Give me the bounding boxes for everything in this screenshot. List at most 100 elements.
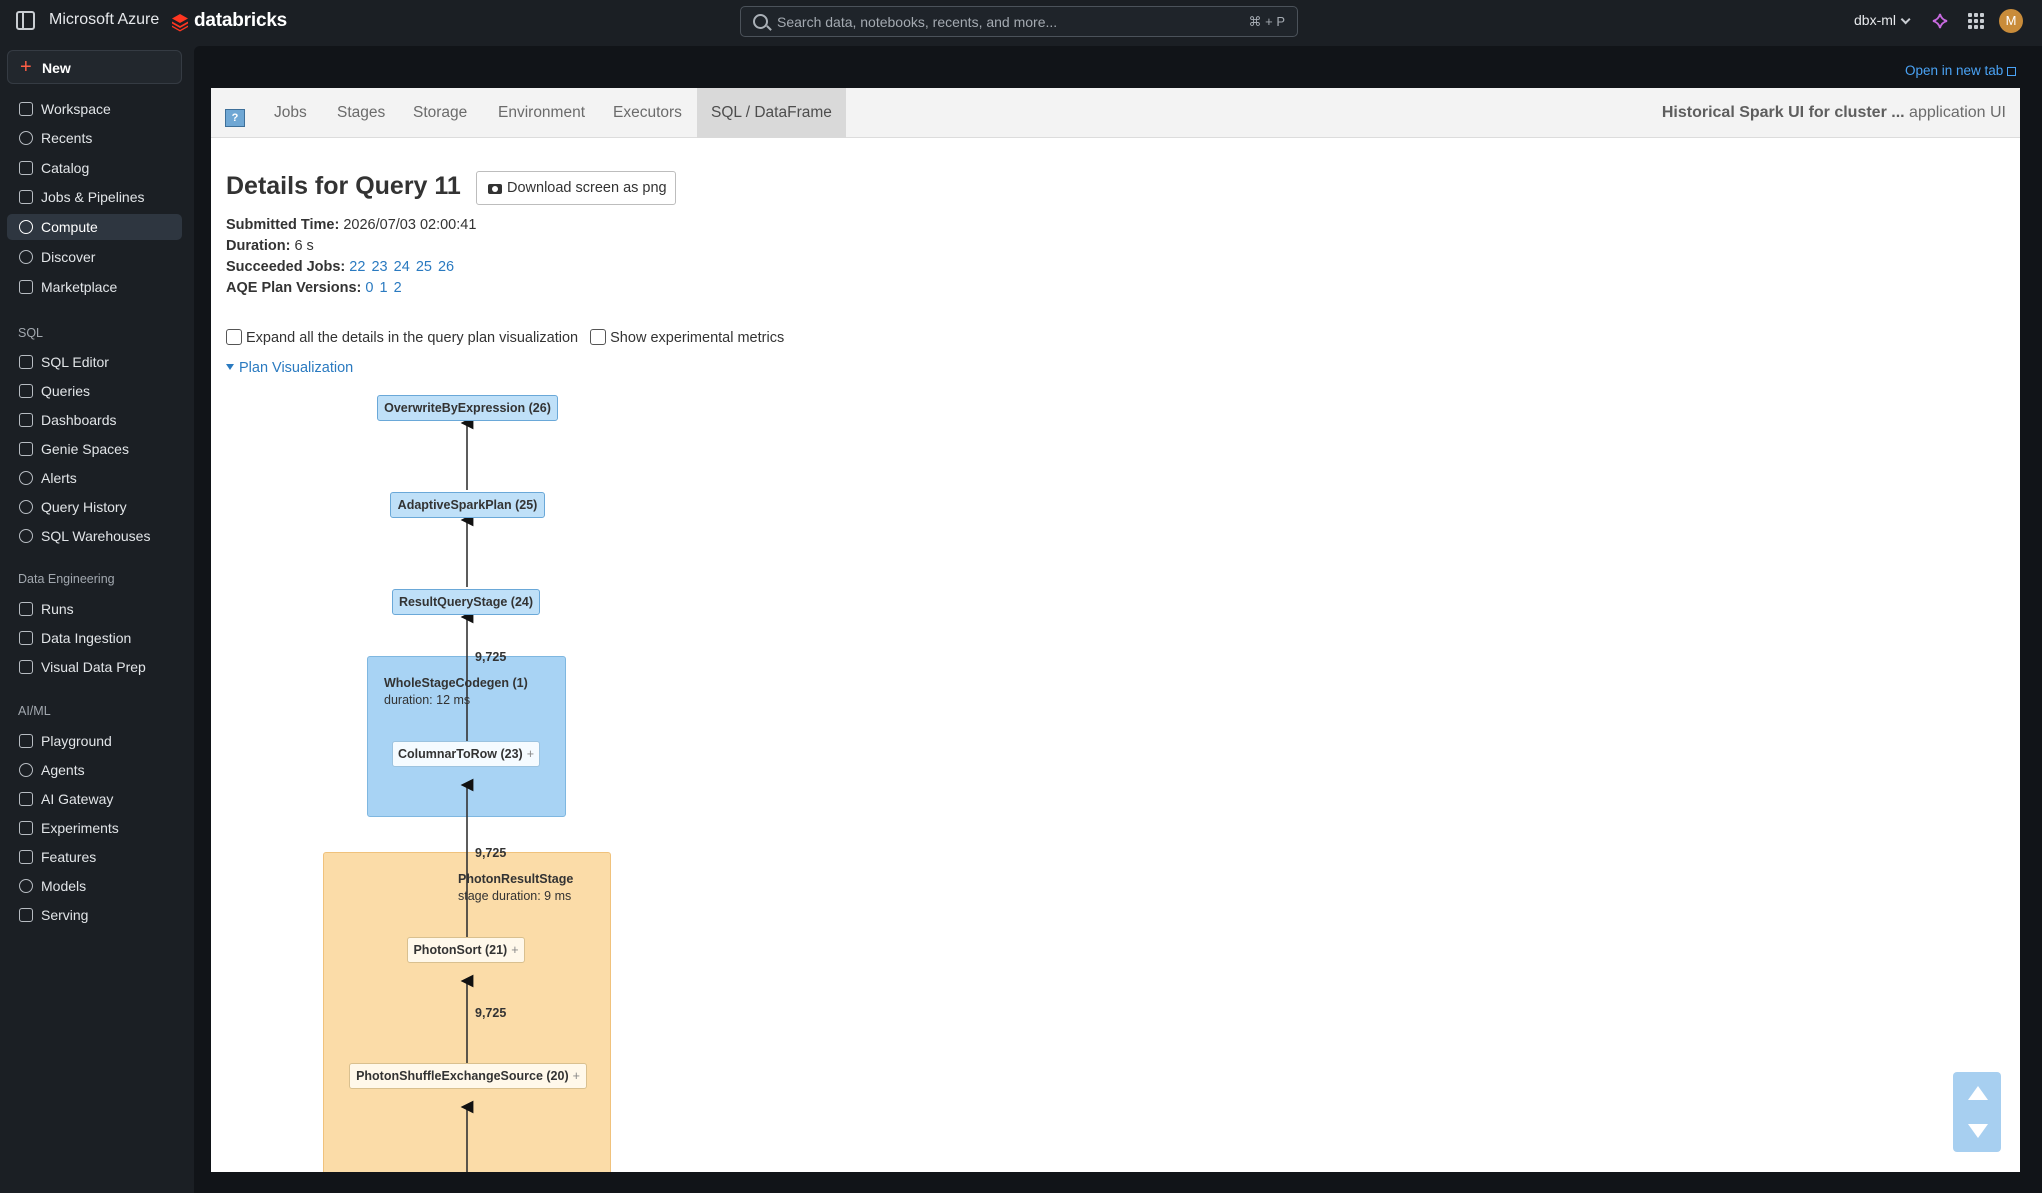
sidebar-item-compute[interactable]: Compute	[7, 214, 182, 240]
open-in-new-tab-link[interactable]: Open in new tab	[1905, 63, 2017, 78]
search-input[interactable]: Search data, notebooks, recents, and mor…	[740, 6, 1298, 37]
sidebar-item-agents[interactable]: Agents	[7, 757, 182, 783]
sidebar-item-features[interactable]: Features	[7, 844, 182, 870]
sidebar-item-label: Playground	[41, 733, 112, 749]
plan-node-label: PhotonShuffleExchangeSource (20)	[356, 1069, 569, 1083]
edge-row-count: 9,725	[475, 650, 507, 664]
plan-node-label: ColumnarToRow (23)	[397, 747, 523, 761]
workspace-switcher[interactable]: dbx-ml	[1854, 12, 1911, 28]
sidebar-item-query-history[interactable]: Query History	[7, 494, 182, 520]
sidebar-item-serving[interactable]: Serving	[7, 902, 182, 928]
scroll-up-icon[interactable]	[1968, 1086, 1988, 1100]
brand-label: Microsoft Azure	[49, 11, 160, 28]
sidebar-section-ai-ml: AI/ML	[18, 704, 51, 718]
sidebar-item-catalog[interactable]: Catalog	[7, 155, 182, 181]
sidebar-item-label: AI Gateway	[41, 791, 114, 807]
avatar[interactable]: M	[1999, 9, 2023, 33]
sidebar-item-label: Models	[41, 878, 87, 894]
sidebar-item-label: Catalog	[41, 160, 90, 176]
sidebar-item-runs[interactable]: Runs	[7, 596, 182, 622]
sidebar-item-label: Features	[41, 849, 97, 865]
sidebar-item-ai-gateway[interactable]: AI Gateway	[7, 786, 182, 812]
sidebar-item-dashboards[interactable]: Dashboards	[7, 407, 182, 433]
sidebar-item-alerts[interactable]: Alerts	[7, 465, 182, 491]
genie-icon	[19, 442, 33, 456]
scroll-down-icon[interactable]	[1968, 1124, 1988, 1138]
store-icon	[19, 280, 33, 294]
plan-node-columnar-to-row[interactable]: ColumnarToRow (23) +	[392, 741, 540, 767]
workspace-icon	[19, 102, 33, 116]
sidebar-item-label: Jobs & Pipelines	[41, 189, 145, 205]
agent-icon	[19, 763, 33, 777]
data-prep-icon	[19, 660, 33, 674]
plus-icon: +	[20, 56, 32, 78]
sidebar-item-jobs-pipelines[interactable]: Jobs & Pipelines	[7, 184, 182, 210]
features-icon	[19, 850, 33, 864]
new-button-label: New	[42, 60, 71, 76]
edge-row-count: 9,725	[475, 1006, 507, 1020]
top-bar: Microsoft Azure databricks Search data, …	[0, 0, 2042, 44]
sidebar-item-label: Queries	[41, 383, 91, 399]
external-link-icon	[2007, 67, 2017, 76]
sidebar-item-label: Marketplace	[41, 279, 118, 295]
workspace-name: dbx-ml	[1854, 12, 1897, 28]
sidebar-item-label: Workspace	[41, 101, 111, 117]
expand-icon[interactable]: +	[511, 943, 518, 957]
search-icon	[753, 14, 768, 29]
sidebar-item-label: SQL Warehouses	[41, 528, 151, 544]
sidebar: + New Workspace Recents Catalog Jobs & P…	[0, 44, 192, 1193]
plan-node-result-query-stage[interactable]: ResultQueryStage (24)	[392, 589, 540, 615]
expand-icon[interactable]: +	[527, 747, 534, 761]
plan-node-photon-shuffle-exchange-source[interactable]: PhotonShuffleExchangeSource (20) +	[349, 1063, 587, 1089]
sidebar-item-playground[interactable]: Playground	[7, 728, 182, 754]
chevron-down-icon	[1900, 14, 1911, 25]
spark-ui-frame: ? Jobs Stages Storage Environment Execut…	[211, 88, 2020, 1172]
edge-row-count: 9,725	[475, 846, 507, 860]
sidebar-item-label: Query History	[41, 499, 127, 515]
sidebar-item-discover[interactable]: Discover	[7, 244, 182, 270]
warehouse-icon	[19, 529, 33, 543]
sidebar-item-sql-editor[interactable]: SQL Editor	[7, 349, 182, 375]
editor-icon	[19, 355, 33, 369]
plan-node-adaptive-spark-plan[interactable]: AdaptiveSparkPlan (25)	[390, 492, 545, 518]
new-button[interactable]: + New	[7, 50, 182, 84]
catalog-icon	[19, 161, 33, 175]
sidebar-item-label: Recents	[41, 130, 93, 146]
assistant-sparkle-icon[interactable]	[1930, 11, 1950, 31]
dashboard-icon	[19, 413, 33, 427]
sidebar-item-queries[interactable]: Queries	[7, 378, 182, 404]
open-in-new-tab-label: Open in new tab	[1905, 63, 2004, 78]
sidebar-item-sql-warehouses[interactable]: SQL Warehouses	[7, 523, 182, 549]
sidebar-item-label: Genie Spaces	[41, 441, 129, 457]
clock-icon	[19, 131, 33, 145]
sidebar-item-label: Experiments	[41, 820, 119, 836]
expand-icon[interactable]: +	[573, 1069, 580, 1083]
sidebar-item-label: Dashboards	[41, 412, 117, 428]
sidebar-item-visual-data-prep[interactable]: Visual Data Prep	[7, 654, 182, 680]
sidebar-item-label: Runs	[41, 601, 74, 617]
sidebar-item-label: SQL Editor	[41, 354, 109, 370]
gateway-icon	[19, 792, 33, 806]
plan-node-label: PhotonSort (21)	[413, 943, 508, 957]
apps-grid-icon[interactable]	[1968, 13, 1984, 29]
sidebar-item-experiments[interactable]: Experiments	[7, 815, 182, 841]
sidebar-item-workspace[interactable]: Workspace	[7, 96, 182, 122]
cloud-icon	[19, 220, 33, 234]
sidebar-item-data-ingestion[interactable]: Data Ingestion	[7, 625, 182, 651]
search-placeholder: Search data, notebooks, recents, and mor…	[777, 14, 1058, 30]
sidebar-item-label: Discover	[41, 249, 96, 265]
serving-icon	[19, 908, 33, 922]
sidebar-section-sql: SQL	[18, 326, 44, 340]
plan-node-photon-sort[interactable]: PhotonSort (21) +	[407, 937, 525, 963]
sidebar-item-label: Agents	[41, 762, 85, 778]
sidebar-toggle-icon[interactable]	[16, 11, 35, 30]
playground-icon	[19, 734, 33, 748]
sidebar-item-marketplace[interactable]: Marketplace	[7, 274, 182, 300]
jobs-icon	[19, 190, 33, 204]
plan-node-overwrite[interactable]: OverwriteByExpression (26)	[377, 395, 558, 421]
sidebar-item-label: Compute	[41, 219, 98, 235]
sidebar-item-label: Visual Data Prep	[41, 659, 146, 675]
sidebar-item-genie-spaces[interactable]: Genie Spaces	[7, 436, 182, 462]
sidebar-item-models[interactable]: Models	[7, 873, 182, 899]
sidebar-item-recents[interactable]: Recents	[7, 125, 182, 151]
